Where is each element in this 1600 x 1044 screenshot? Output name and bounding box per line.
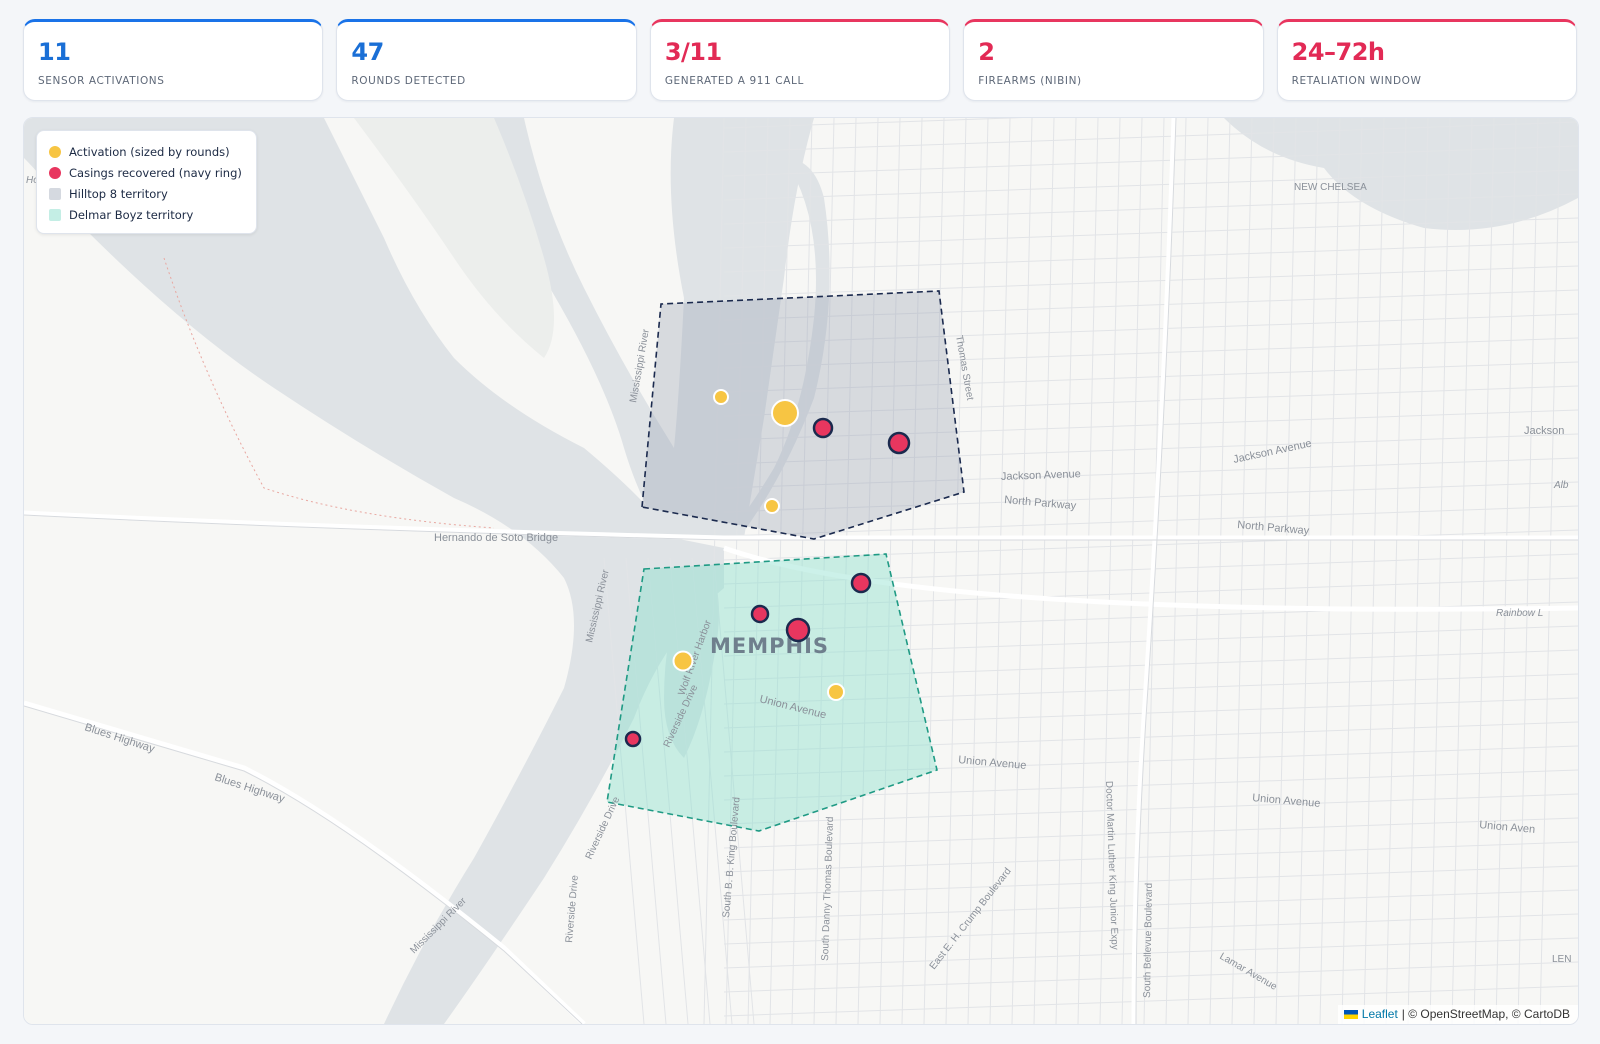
stat-card-sensor-activations: 11 Sensor activations [23, 19, 324, 101]
legend-item-hilltop: Hilltop 8 territory [49, 183, 242, 204]
map-label-bellevue: South Bellevue Boulevard [1142, 883, 1155, 998]
stat-label: Generated a 911 call [664, 75, 804, 87]
legend-label: Delmar Boyz territory [69, 207, 194, 222]
casing-marker[interactable] [850, 572, 872, 594]
teal-square-icon [49, 208, 61, 221]
activation-marker[interactable] [713, 389, 729, 405]
stat-value: 24–72h [1291, 38, 1385, 66]
hilltop-8-territory[interactable] [641, 290, 965, 540]
stat-card-retaliation-window: 24–72h Retaliation window [1276, 19, 1578, 101]
yellow-dot-icon [49, 145, 61, 158]
stat-value: 47 [351, 38, 384, 66]
gray-square-icon [49, 187, 61, 200]
stat-card-firearms: 2 Firearms (NIBIN) [963, 19, 1264, 101]
legend-label: Activation (sized by rounds) [69, 144, 230, 159]
stat-value: 2 [978, 38, 995, 66]
stat-label: Sensor activations [38, 75, 165, 87]
map-label-bridge: Hernando de Soto Bridge [434, 532, 558, 544]
map-view[interactable]: Hernando de Soto Bridge Mississippi Rive… [23, 117, 1579, 1025]
map-label-rainbow: Rainbow L [1496, 608, 1543, 619]
legend-item-activation: Activation (sized by rounds) [49, 141, 242, 162]
pink-dot-icon [49, 166, 61, 179]
map-label-alb: Alb [1553, 480, 1569, 491]
casing-marker[interactable] [750, 604, 770, 624]
stat-label: Rounds detected [351, 75, 466, 87]
casing-marker[interactable] [624, 730, 642, 748]
legend-item-casings: Casings recovered (navy ring) [49, 162, 242, 183]
legend-label: Casings recovered (navy ring) [69, 165, 242, 180]
activation-marker[interactable] [672, 650, 694, 672]
casing-marker[interactable] [887, 431, 911, 455]
activation-marker[interactable] [827, 683, 845, 701]
map-label-memphis: MEMPHIS [710, 634, 829, 658]
stats-bar: 11 Sensor activations 47 Rounds detected… [23, 19, 1578, 101]
map-canvas[interactable]: Hernando de Soto Bridge Mississippi Rive… [24, 118, 1578, 1024]
ukraine-flag-icon [1343, 1009, 1358, 1019]
map-label-jackson: Jackson [1524, 425, 1564, 437]
map-legend: Activation (sized by rounds) Casings rec… [36, 130, 257, 234]
leaflet-link[interactable]: Leaflet [1362, 1007, 1398, 1021]
legend-label: Hilltop 8 territory [69, 186, 168, 201]
stat-label: Retaliation window [1291, 75, 1422, 87]
legend-item-delmar: Delmar Boyz territory [49, 204, 242, 225]
stat-card-911-calls: 3/11 Generated a 911 call [649, 19, 951, 101]
attribution-text: | © OpenStreetMap, © CartoDB [1401, 1007, 1570, 1021]
stat-value: 3/11 [664, 38, 722, 66]
casing-marker[interactable] [812, 417, 834, 439]
map-attribution: Leaflet | © OpenStreetMap, © CartoDB [1337, 1005, 1578, 1024]
activation-marker[interactable] [771, 399, 799, 427]
stat-label: Firearms (NIBIN) [978, 75, 1082, 87]
stat-value: 11 [38, 38, 71, 66]
map-label-len: LEN [1552, 954, 1571, 965]
activation-marker[interactable] [764, 498, 780, 514]
casing-marker[interactable] [785, 617, 811, 643]
stat-card-rounds-detected: 47 Rounds detected [336, 19, 637, 101]
map-label-new-chelsea: NEW CHELSEA [1294, 182, 1367, 193]
